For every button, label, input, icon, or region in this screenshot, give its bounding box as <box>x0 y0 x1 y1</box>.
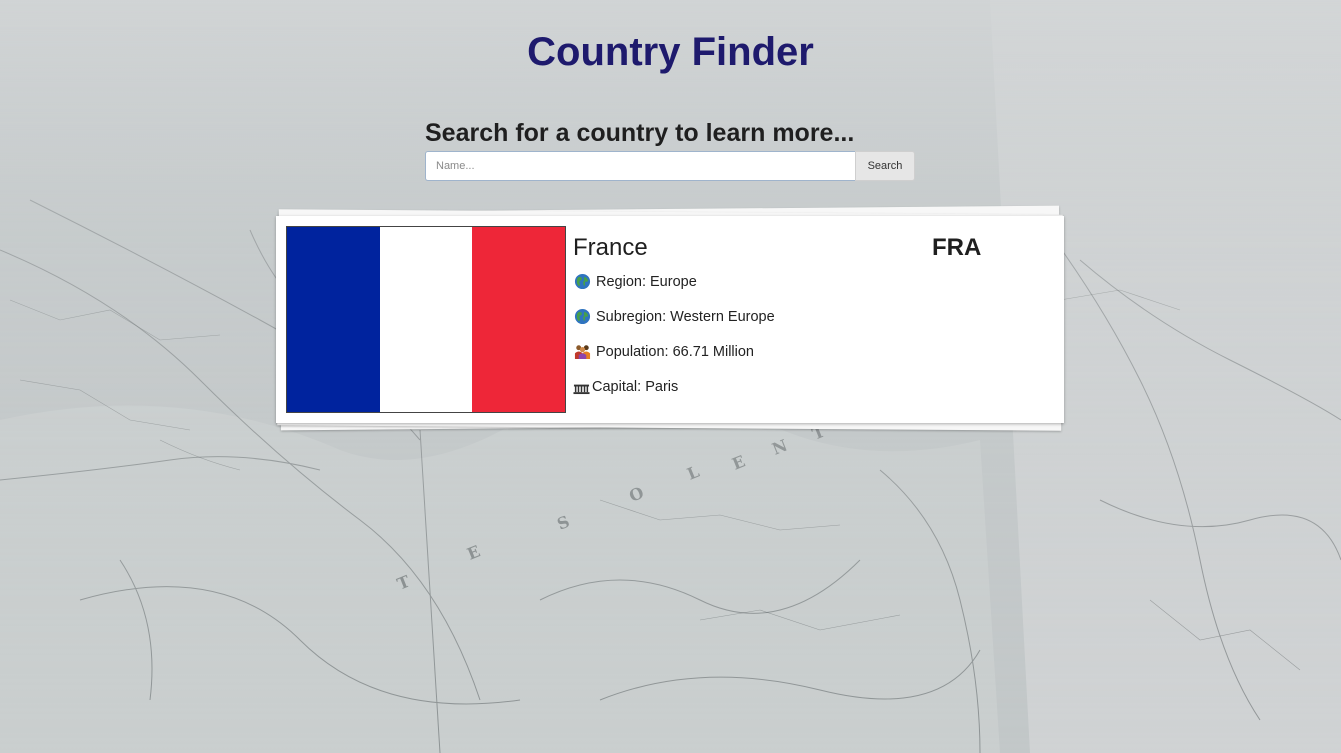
country-search-input[interactable] <box>425 151 855 181</box>
population-value: 66.71 Million <box>672 343 755 360</box>
search-bar: Search <box>425 151 915 181</box>
globe-icon <box>574 273 591 290</box>
country-name: France <box>573 234 648 261</box>
region-row: Region: Europe <box>574 273 697 290</box>
flag-stripe-red <box>472 227 566 412</box>
country-code: FRA <box>932 234 982 261</box>
population-label: Population: <box>596 343 669 360</box>
people-icon <box>574 343 591 360</box>
subregion-value: Western Europe <box>670 308 775 325</box>
flag-stripe-blue <box>287 227 380 412</box>
subregion-label: Subregion: <box>596 308 667 325</box>
country-flag <box>286 226 566 413</box>
page-title: Country Finder <box>527 30 814 74</box>
capitol-building-icon <box>573 384 590 395</box>
region-value: Europe <box>650 273 697 290</box>
population-row: Population: 66.71 Million <box>574 343 754 360</box>
globe-icon <box>574 308 591 325</box>
region-label: Region: <box>596 273 646 290</box>
capital-label: Capital: <box>592 378 642 395</box>
capital-row: Capital: Paris <box>573 378 678 395</box>
subregion-row: Subregion: Western Europe <box>574 308 775 325</box>
capital-value: Paris <box>645 378 679 395</box>
country-card-stack: France FRA Region: Europe Subregion: Wes… <box>275 205 1065 431</box>
search-heading: Search for a country to learn more... <box>425 119 855 147</box>
flag-stripe-white <box>379 227 473 412</box>
country-card: France FRA Region: Europe Subregion: Wes… <box>276 216 1064 423</box>
search-button[interactable]: Search <box>855 151 915 181</box>
